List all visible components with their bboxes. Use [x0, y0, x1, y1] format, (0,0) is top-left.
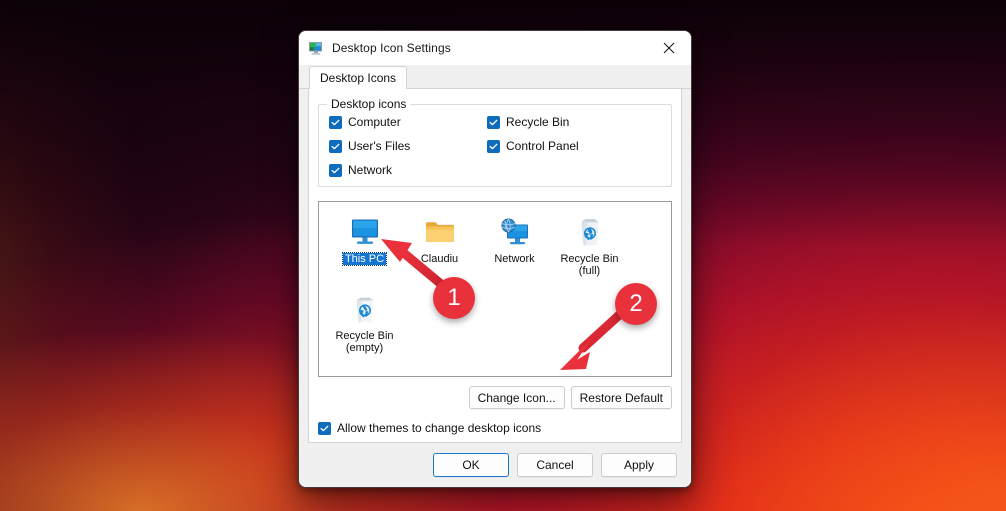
- preview-icon-recycle-bin-full[interactable]: Recycle Bin (full): [552, 212, 627, 289]
- checkmark-icon[interactable]: [329, 139, 342, 153]
- recycle-bin-full-icon: [573, 216, 607, 250]
- icon-action-button-row: Change Icon... Restore Default: [318, 386, 672, 409]
- groupbox-title: Desktop icons: [327, 97, 411, 111]
- checkmark-icon[interactable]: [329, 163, 342, 177]
- dialog-titlebar[interactable]: Desktop Icon Settings: [299, 31, 691, 65]
- checkbox-label: Control Panel: [506, 139, 579, 153]
- allow-themes-label: Allow themes to change desktop icons: [337, 421, 542, 435]
- preview-icon-claudiu[interactable]: Claudiu: [402, 212, 477, 289]
- apply-button[interactable]: Apply: [601, 453, 677, 477]
- folder-icon: [423, 216, 457, 250]
- tab-label: Desktop Icons: [320, 71, 397, 85]
- cancel-button-label: Cancel: [536, 458, 574, 472]
- tab-page-desktop-icons: Desktop icons Computer Recycle Bin User'…: [308, 89, 682, 443]
- preview-icon-recycle-bin-empty[interactable]: Recycle Bin (empty): [327, 289, 402, 366]
- checkmark-icon[interactable]: [318, 421, 331, 435]
- dialog-footer: OK Cancel Apply: [299, 443, 691, 487]
- checkbox-label: Recycle Bin: [506, 115, 570, 129]
- ok-button-label: OK: [462, 458, 480, 472]
- checkbox-row-users-files[interactable]: User's Files: [329, 139, 487, 153]
- icon-preview-pane: This PC Claudiu Network Recycle Bin (ful…: [318, 201, 672, 377]
- preview-icon-network[interactable]: Network: [477, 212, 552, 289]
- desktop-background: Desktop Icon Settings Desktop Icons Desk…: [0, 0, 1006, 511]
- preview-icon-label-line2: (full): [578, 265, 601, 277]
- allow-themes-row[interactable]: Allow themes to change desktop icons: [318, 421, 672, 435]
- icon-grid: This PC Claudiu Network Recycle Bin (ful…: [327, 212, 663, 366]
- apply-button-label: Apply: [623, 458, 655, 472]
- cancel-button[interactable]: Cancel: [517, 453, 593, 477]
- preview-icon-label: Network: [494, 253, 535, 265]
- preview-icon-label: Claudiu: [420, 253, 459, 265]
- preview-icon-label-line2: (empty): [345, 342, 384, 354]
- monitor-icon: [308, 40, 324, 56]
- checkbox-label: Computer: [348, 115, 401, 129]
- change-icon-button-label: Change Icon...: [477, 390, 556, 405]
- checkbox-label: Network: [348, 163, 393, 177]
- ok-button[interactable]: OK: [433, 453, 509, 477]
- computer-monitor-icon: [348, 216, 382, 250]
- desktop-icons-groupbox: Desktop icons Computer Recycle Bin User'…: [318, 97, 672, 187]
- tab-desktop-icons[interactable]: Desktop Icons: [309, 66, 408, 89]
- recycle-bin-empty-icon: [348, 293, 382, 327]
- preview-icon-label: This PC: [341, 252, 388, 266]
- checkbox-row-recycle-bin[interactable]: Recycle Bin: [487, 115, 661, 129]
- checkbox-row-network[interactable]: Network: [329, 163, 487, 177]
- network-globe-icon: [498, 216, 532, 250]
- checkbox-label: User's Files: [348, 139, 411, 153]
- close-icon[interactable]: [647, 31, 691, 65]
- checkbox-grid-spacer: [487, 163, 661, 177]
- checkmark-icon[interactable]: [329, 115, 342, 129]
- checkbox-grid: Computer Recycle Bin User's Files Contro…: [329, 115, 661, 177]
- preview-icon-this-pc[interactable]: This PC: [327, 212, 402, 289]
- checkbox-row-computer[interactable]: Computer: [329, 115, 487, 129]
- restore-default-button[interactable]: Restore Default: [570, 386, 672, 409]
- tab-strip: Desktop Icons: [299, 65, 691, 89]
- restore-default-button-label: Restore Default: [579, 390, 663, 405]
- dialog-title: Desktop Icon Settings: [332, 41, 451, 55]
- preview-icon-label: Recycle Bin: [560, 253, 619, 265]
- checkbox-row-control-panel[interactable]: Control Panel: [487, 139, 661, 153]
- checkmark-icon[interactable]: [487, 115, 500, 129]
- checkmark-icon[interactable]: [487, 139, 500, 153]
- change-icon-button[interactable]: Change Icon...: [468, 386, 565, 409]
- desktop-icon-settings-dialog: Desktop Icon Settings Desktop Icons Desk…: [298, 30, 692, 488]
- preview-icon-label: Recycle Bin: [335, 330, 394, 342]
